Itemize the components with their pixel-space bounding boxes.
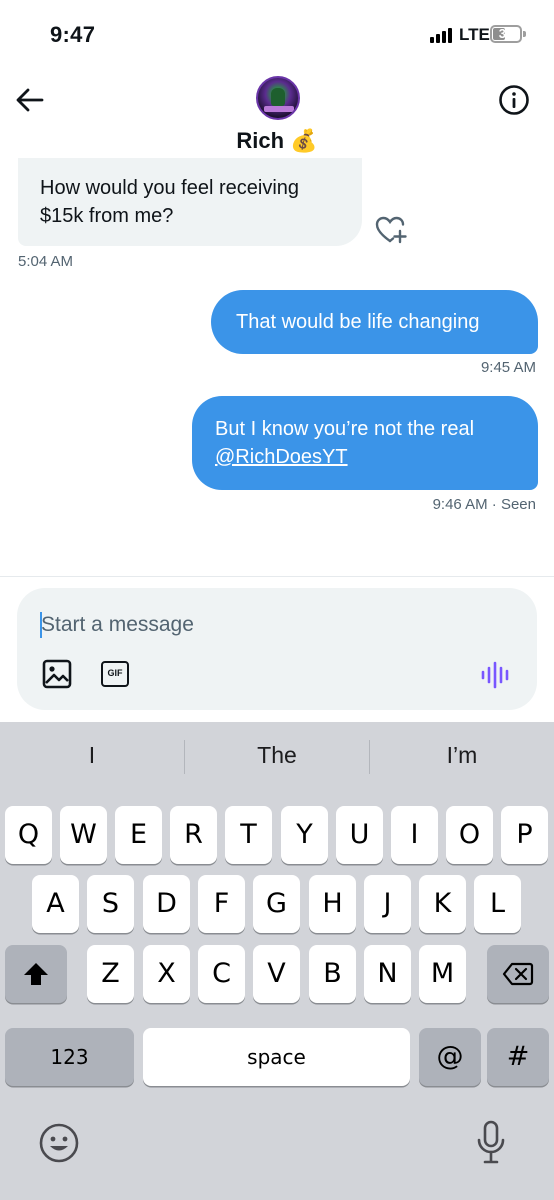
at-key[interactable]: @ [419,1028,481,1086]
seen-status: · Seen [491,496,536,513]
image-icon [42,659,72,689]
key-u[interactable]: U [336,806,383,864]
numbers-key[interactable]: 123 [5,1028,134,1086]
suggestion-bar: I The I’m [0,722,554,794]
signal-strength-icon [430,27,454,43]
suggestion-item[interactable]: I’m [370,742,554,769]
key-w[interactable]: W [60,806,107,864]
key-x[interactable]: X [143,945,190,1003]
key-y[interactable]: Y [281,806,328,864]
key-i[interactable]: I [391,806,438,864]
key-n[interactable]: N [364,945,411,1003]
hash-key[interactable]: # [487,1028,549,1086]
suggestion-item[interactable]: I [0,742,184,769]
key-s[interactable]: S [87,875,134,933]
key-z[interactable]: Z [87,945,134,1003]
info-button[interactable] [497,83,531,117]
avatar-base [264,106,294,112]
key-b[interactable]: B [309,945,356,1003]
composer-divider [0,576,554,577]
dictation-button[interactable] [476,1120,506,1166]
heart-plus-icon [375,216,407,244]
key-o[interactable]: O [446,806,493,864]
key-g[interactable]: G [253,875,300,933]
key-v[interactable]: V [253,945,300,1003]
status-time: 9:47 [50,22,96,47]
conversation-header: Rich 💰 [0,70,554,170]
backspace-icon [502,962,534,986]
key-a[interactable]: A [32,875,79,933]
message-bubble-incoming[interactable]: How would you feel receiving $15k from m… [18,158,362,246]
emoji-icon [39,1123,79,1163]
network-type: LTE [459,25,490,44]
battery-level: 37 [498,26,514,41]
microphone-icon [477,1120,505,1164]
message-bubble-outgoing[interactable]: But I know you’re not the real @RichDoes… [192,396,538,490]
contact-name[interactable]: Rich 💰 [0,128,554,154]
avatar[interactable] [256,76,300,120]
key-p[interactable]: P [501,806,548,864]
message-timestamp: 9:46 AM [432,496,488,513]
space-key[interactable]: space [143,1028,410,1086]
arrow-left-icon [16,88,44,112]
message-composer: GIF [17,588,537,710]
key-l[interactable]: L [474,875,521,933]
back-button[interactable] [14,84,46,116]
key-q[interactable]: Q [5,806,52,864]
shift-arrow-icon [24,963,48,985]
message-timestamp: 5:04 AM [18,253,74,270]
key-k[interactable]: K [419,875,466,933]
status-bar: 9:47 LTE 37 [0,0,554,70]
delete-key[interactable] [487,945,549,1003]
key-r[interactable]: R [170,806,217,864]
battery-tip [523,31,526,37]
avatar-figure [271,88,285,106]
key-j[interactable]: J [364,875,411,933]
key-h[interactable]: H [309,875,356,933]
message-input[interactable] [41,609,511,641]
battery-icon: 37 [490,25,522,43]
suggestion-item[interactable]: The [185,742,369,769]
message-timestamp-status: 9:46 AM · Seen [433,496,536,513]
mention-link[interactable]: @RichDoesYT [215,446,348,468]
react-button[interactable] [374,214,408,246]
key-t[interactable]: T [225,806,272,864]
gif-button[interactable]: GIF [101,661,129,687]
message-bubble-outgoing[interactable]: That would be life changing [211,290,538,354]
key-f[interactable]: F [198,875,245,933]
voice-waveform-icon [481,661,509,689]
shift-key[interactable] [5,945,67,1003]
key-m[interactable]: M [419,945,466,1003]
info-circle-icon [499,85,529,115]
add-photo-button[interactable] [41,658,73,690]
keyboard: I The I’m Q W E R T Y U I O P A S D F G … [0,722,554,1200]
key-d[interactable]: D [143,875,190,933]
key-c[interactable]: C [198,945,245,1003]
key-e[interactable]: E [115,806,162,864]
message-text: But I know you’re not the real [215,418,475,440]
message-timestamp: 9:45 AM [480,359,536,376]
voice-message-button[interactable] [480,660,512,690]
emoji-button[interactable] [38,1122,80,1164]
